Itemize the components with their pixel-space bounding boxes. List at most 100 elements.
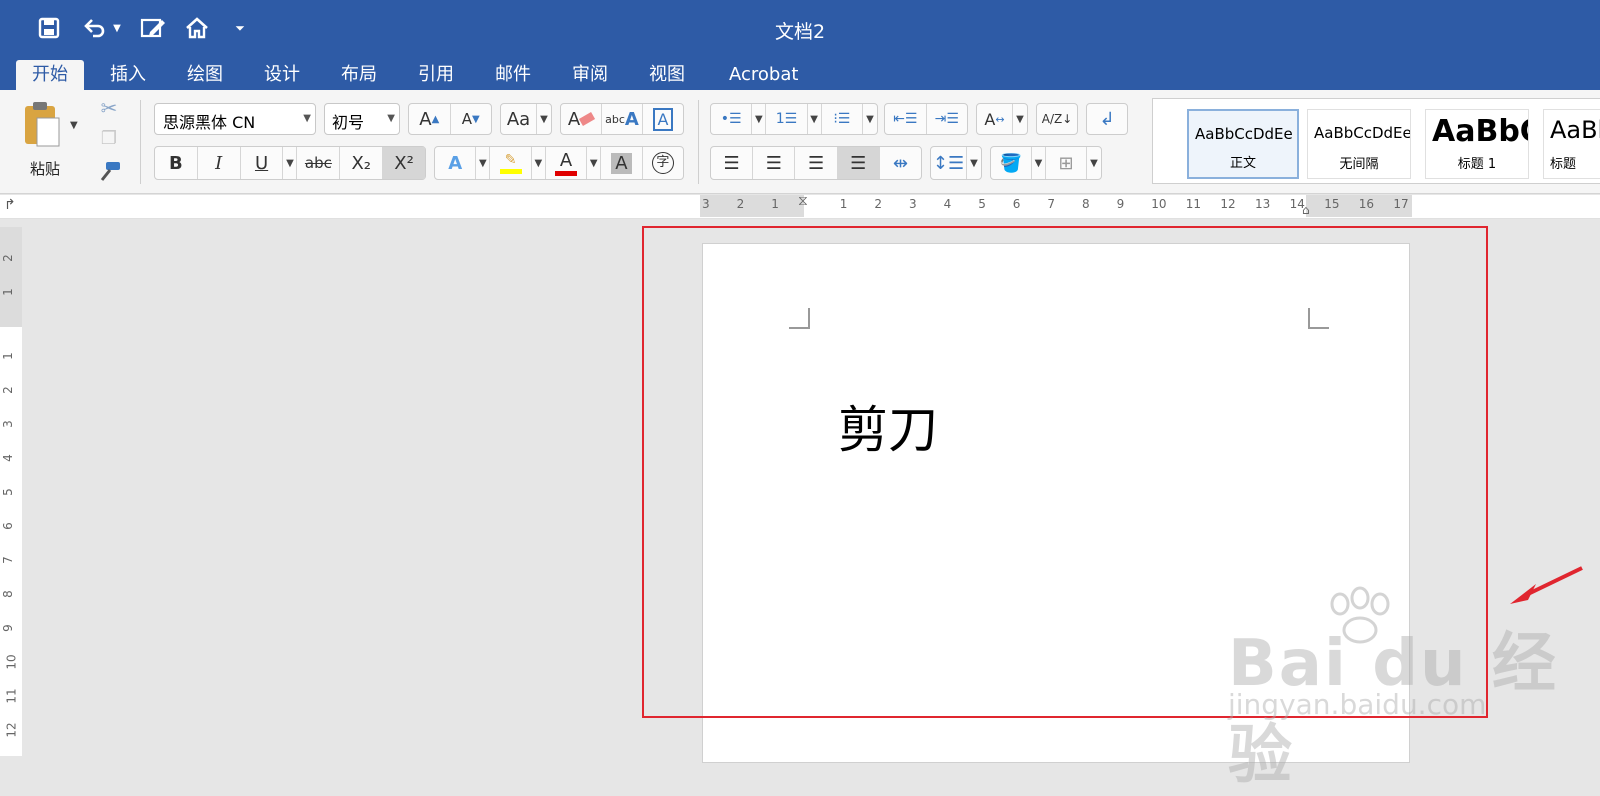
text-effects-icon[interactable]: A — [435, 147, 477, 179]
style-heading-1[interactable]: AaBbC 标题 1 — [1425, 109, 1529, 179]
italic-button[interactable]: I — [198, 147, 241, 179]
align-center-icon[interactable]: ☰ — [753, 147, 796, 179]
shading-border-group: 🪣 ▼ ⊞ ▼ — [990, 146, 1102, 180]
vertical-ruler-tick-label: 10 — [4, 654, 19, 670]
clear-formatting-icon[interactable]: A — [561, 104, 602, 134]
ribbon-separator — [140, 100, 141, 184]
font-color-icon[interactable]: A — [546, 147, 588, 179]
horizontal-ruler[interactable]: 3 2 1 1 2 3 4 5 6 7 8 9 10 11 12 13 14 15 16 17 ⧖ ⌂ — [700, 193, 1412, 217]
character-border-icon[interactable]: A — [643, 104, 683, 134]
copy-icon[interactable]: ❐ — [96, 128, 122, 154]
chevron-down-icon: ▼ — [387, 113, 395, 124]
underline-dropdown-icon[interactable]: ▼ — [283, 147, 298, 179]
ruler-tick-label: 2 — [736, 197, 745, 211]
chevron-down-icon[interactable]: ▼ — [532, 147, 546, 179]
show-formatting-button: ↲ — [1086, 103, 1128, 135]
chevron-down-icon[interactable]: ▼ — [1032, 147, 1046, 179]
numbering-icon[interactable]: 1☰ — [766, 104, 808, 134]
font-size-select[interactable]: 初号 ▼ — [324, 103, 400, 135]
ruler-tick-label: 9 — [1116, 197, 1125, 211]
character-shading-icon[interactable]: A — [601, 147, 643, 179]
font-name-value: 思源黑体 CN — [163, 113, 256, 132]
style-heading[interactable]: AaBb 标题 — [1543, 109, 1600, 179]
style-no-spacing[interactable]: AaBbCcDdEe 无间隔 — [1307, 109, 1411, 179]
align-right-icon[interactable]: ☰ — [795, 147, 838, 179]
chevron-down-icon[interactable]: ▼ — [1087, 147, 1101, 179]
tab-home[interactable]: 开始 — [16, 60, 84, 90]
increase-indent-icon[interactable]: ⇥☰ — [927, 104, 968, 134]
chevron-down-icon[interactable]: ▼ — [808, 104, 822, 134]
vertical-ruler-tick-label: 7 — [0, 556, 15, 564]
first-line-indent-marker[interactable]: ⧖ — [798, 193, 808, 209]
text-effects-abc-icon[interactable]: abc A — [602, 104, 643, 134]
tab-draw[interactable]: 绘图 — [171, 60, 239, 90]
show-formatting-icon[interactable]: ↲ — [1087, 104, 1127, 134]
ruler-tick-label: 4 — [943, 197, 952, 211]
chevron-down-icon[interactable]: ▼ — [587, 147, 602, 179]
tab-design[interactable]: 设计 — [248, 60, 316, 90]
ribbon-tabs: 开始 插入 绘图 设计 布局 引用 邮件 审阅 视图 Acrobat — [0, 56, 1600, 90]
tab-layout[interactable]: 布局 — [325, 60, 393, 90]
ribbon: ▼ 粘贴 ✂ ❐ 思源黑体 CN ▼ 初号 ▼ A ▲ A ▼ Aa ▼ A abc… — [0, 90, 1600, 194]
subscript-button[interactable]: X₂ — [340, 147, 384, 179]
chevron-down-icon[interactable]: ▼ — [1013, 104, 1027, 134]
tab-review[interactable]: 审阅 — [556, 60, 624, 90]
tab-references[interactable]: 引用 — [402, 60, 470, 90]
tab-selector-icon[interactable]: ↱ — [4, 197, 16, 213]
decrease-indent-icon[interactable]: ⇤☰ — [885, 104, 927, 134]
right-indent-marker[interactable]: ⌂ — [1302, 203, 1310, 217]
style-name: 标题 1 — [1457, 157, 1497, 172]
font-name-select[interactable]: 思源黑体 CN ▼ — [154, 103, 316, 135]
paste-icon — [25, 102, 60, 147]
chevron-down-icon: ▼ — [303, 113, 311, 124]
paste-dropdown-icon[interactable]: ▼ — [70, 120, 78, 131]
ruler-tick-label: 1 — [839, 197, 848, 211]
vertical-ruler[interactable]: 2 1 1 2 3 4 5 6 7 8 9 10 11 12 — [0, 227, 22, 756]
vertical-ruler-tick-label: 9 — [0, 624, 15, 632]
grow-font-icon[interactable]: A ▲ — [409, 104, 451, 134]
sort-icon[interactable]: A/Z↓ — [1037, 104, 1077, 134]
ruler-tick-label: 13 — [1255, 197, 1271, 211]
paste-button[interactable]: ▼ 粘贴 — [18, 98, 78, 178]
tab-view[interactable]: 视图 — [633, 60, 701, 90]
tab-acrobat[interactable]: Acrobat — [713, 60, 814, 90]
chevron-down-icon[interactable]: ▼ — [752, 104, 767, 134]
vertical-ruler-tick-label: 2 — [0, 254, 15, 262]
shading-icon[interactable]: 🪣 — [991, 147, 1032, 179]
tab-mailings[interactable]: 邮件 — [479, 60, 547, 90]
cut-icon[interactable]: ✂ — [96, 96, 122, 122]
style-normal[interactable]: AaBbCcDdEe 正文 — [1187, 109, 1299, 179]
style-sample: AaBbC — [1432, 114, 1528, 149]
chevron-down-icon[interactable]: ▼ — [967, 147, 981, 179]
annotation-arrow-icon — [1510, 566, 1583, 604]
tab-insert[interactable]: 插入 — [94, 60, 162, 90]
change-case-icon[interactable]: Aa — [501, 104, 537, 134]
chevron-down-icon[interactable]: ▼ — [537, 104, 551, 134]
underline-button[interactable]: U — [241, 147, 284, 179]
distributed-icon[interactable]: ⇹ — [880, 147, 921, 179]
text-direction-icon[interactable]: A ↔ — [977, 104, 1013, 134]
justify-icon[interactable]: ☰ — [837, 147, 880, 179]
format-painter-icon[interactable] — [96, 160, 122, 186]
vertical-ruler-tick-label: 11 — [4, 688, 19, 704]
paw-icon — [1330, 586, 1390, 644]
vertical-ruler-tick-label: 4 — [0, 454, 15, 462]
bold-button[interactable]: B — [155, 147, 198, 179]
strikethrough-button[interactable]: abc — [297, 147, 341, 179]
superscript-button[interactable]: X² — [383, 147, 425, 179]
chevron-down-icon[interactable]: ▼ — [863, 104, 877, 134]
align-left-icon[interactable]: ☰ — [711, 147, 754, 179]
line-spacing-icon[interactable]: ↕☰ — [931, 147, 967, 179]
highlight-color-icon[interactable]: ✎ — [490, 147, 532, 179]
vertical-ruler-tick-label: 12 — [4, 722, 19, 738]
style-name: 无间隔 — [1339, 157, 1379, 172]
shrink-font-icon[interactable]: A ▼ — [451, 104, 492, 134]
bullets-icon[interactable]: •☰ — [711, 104, 753, 134]
phonetic-guide-icon[interactable]: 字 — [643, 147, 683, 179]
alignment-group: ☰ ☰ ☰ ☰ ⇹ — [710, 146, 922, 180]
chevron-down-icon[interactable]: ▼ — [476, 147, 491, 179]
line-spacing-button: ↕☰ ▼ — [930, 146, 982, 180]
borders-icon[interactable]: ⊞ — [1046, 147, 1087, 179]
font-size-adjust-group: A ▲ A ▼ — [408, 103, 492, 135]
multilevel-list-icon[interactable]: ⁝☰ — [822, 104, 863, 134]
